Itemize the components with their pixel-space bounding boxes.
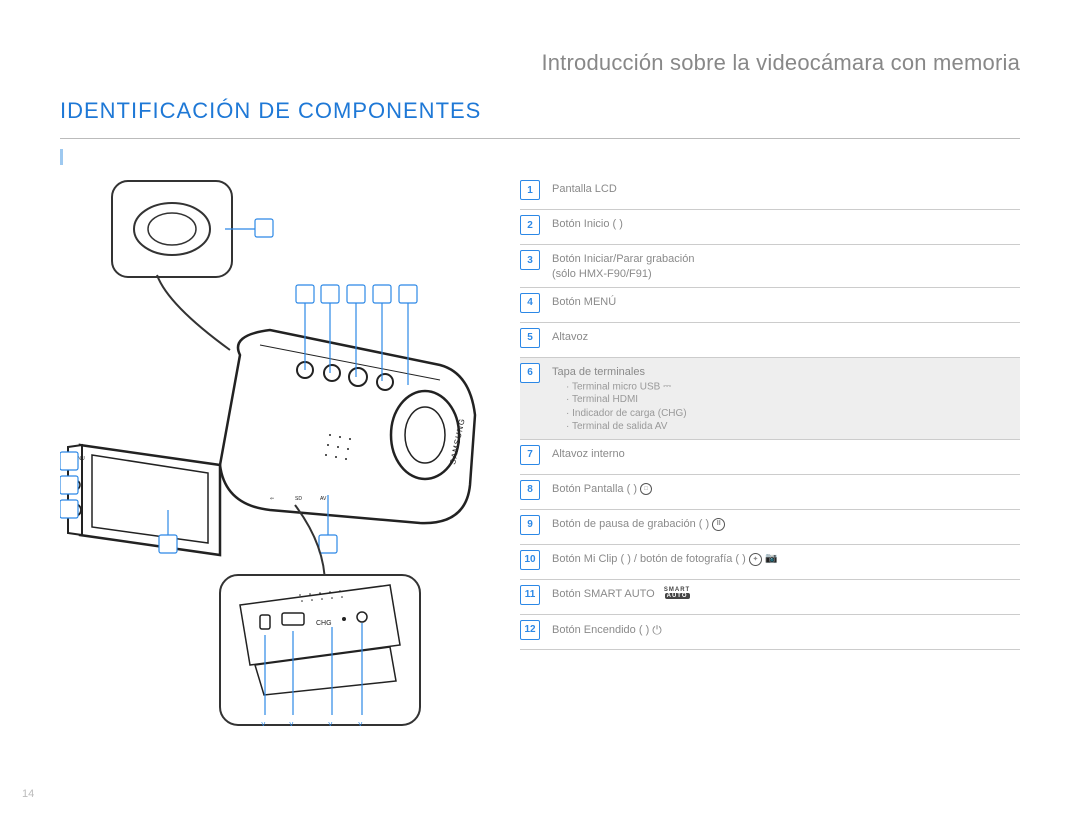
divider <box>60 138 1020 139</box>
legend-number: 4 <box>520 293 540 313</box>
legend-text: Botón Encendido ( ) ⏻ <box>552 620 1020 638</box>
section-title: IDENTIFICACIÓN DE COMPONENTES <box>60 98 1020 124</box>
legend-row: 2 Botón Inicio ( ) <box>520 210 1020 245</box>
page-pretitle: Introducción sobre la videocámara con me… <box>60 50 1020 76</box>
display-icon: □ <box>640 483 652 495</box>
legend-row: 11 Botón SMART AUTO SMARTAUTO <box>520 580 1020 615</box>
legend-row: 7 Altavoz interno <box>520 439 1020 475</box>
svg-text:˅: ˅ <box>261 720 266 729</box>
legend-number: 2 <box>520 215 540 235</box>
power-icon: ⏻ <box>652 622 662 638</box>
legend-number: 8 <box>520 480 540 500</box>
legend-number: 6 <box>520 363 540 383</box>
svg-text:SD: SD <box>295 496 302 502</box>
legend-row: 5 Altavoz <box>520 323 1020 358</box>
smart-auto-icon: SMARTAUTO <box>664 587 690 599</box>
legend-row: 10 Botón Mi Clip ( ) / botón de fotografí… <box>520 545 1020 580</box>
legend-text: Botón MENÚ <box>552 293 1020 310</box>
legend-row: 6 Tapa de terminales · Terminal micro US… <box>520 358 1020 439</box>
legend-text: Tapa de terminales · Terminal micro USB … <box>552 363 1020 434</box>
svg-text:˅: ˅ <box>289 720 294 729</box>
legend-row: 9 Botón de pausa de grabación ( ) II <box>520 510 1020 545</box>
svg-text:AV: AV <box>320 496 327 502</box>
legend-row: 12 Botón Encendido ( ) ⏻ <box>520 615 1020 650</box>
legend-text: Altavoz <box>552 328 1020 345</box>
legend-row: 3 Botón Iniciar/Parar grabación(sólo HMX-… <box>520 245 1020 288</box>
legend-text: Pantalla LCD <box>552 180 1020 197</box>
clip-icon: ✦ <box>749 553 762 566</box>
legend-table: 1 Pantalla LCD 2 Botón Inicio ( ) 3 Botón I… <box>520 175 1020 735</box>
legend-text: Altavoz interno <box>552 445 1020 462</box>
legend-text: Botón de pausa de grabación ( ) II <box>552 515 1020 532</box>
subsection-marker <box>60 149 1020 165</box>
legend-text: Botón SMART AUTO SMARTAUTO <box>552 585 1020 602</box>
svg-text:˅: ˅ <box>328 720 333 729</box>
legend-number: 11 <box>520 585 540 605</box>
usb-icon: ⎓ <box>663 380 671 394</box>
legend-number: 3 <box>520 250 540 270</box>
camcorder-illustration: SAMSUNG <box>60 175 500 735</box>
legend-number: 1 <box>520 180 540 200</box>
legend-number: 9 <box>520 515 540 535</box>
legend-number: 7 <box>520 445 540 465</box>
svg-text:⇐: ⇐ <box>270 496 274 502</box>
camera-icon: 📷 <box>765 552 777 566</box>
legend-text: Botón Mi Clip ( ) / botón de fotografía … <box>552 550 1020 567</box>
legend-text: Botón Pantalla ( ) □ <box>552 480 1020 497</box>
legend-row: 4 Botón MENÚ <box>520 288 1020 323</box>
page-number: 14 <box>22 788 34 800</box>
legend-row: 1 Pantalla LCD <box>520 175 1020 210</box>
legend-number: 12 <box>520 620 540 640</box>
legend-text: Botón Inicio ( ) <box>552 215 1020 232</box>
legend-number: 10 <box>520 550 540 570</box>
legend-number: 5 <box>520 328 540 348</box>
legend-text: Botón Iniciar/Parar grabación(sólo HMX-F… <box>552 250 1020 282</box>
legend-row: 8 Botón Pantalla ( ) □ <box>520 475 1020 510</box>
svg-text:CHG: CHG <box>316 620 332 627</box>
svg-text:˅: ˅ <box>358 720 363 729</box>
pause-icon: II <box>712 518 725 531</box>
